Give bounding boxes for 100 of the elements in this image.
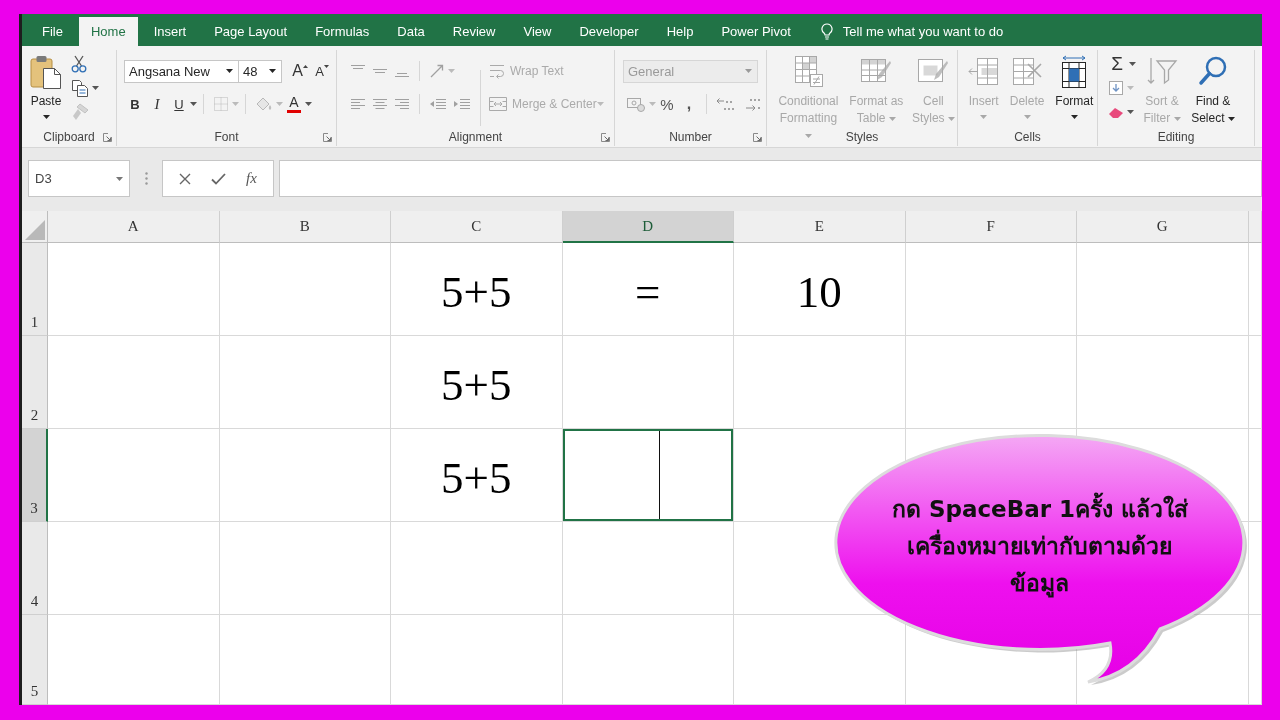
caret-icon[interactable] (1127, 110, 1134, 114)
caret-icon[interactable] (1129, 62, 1136, 66)
grip-dots-icon[interactable] (145, 172, 148, 185)
spreadsheet-cell[interactable] (391, 522, 563, 615)
comma-style-button[interactable]: , (678, 93, 700, 115)
format-cells-button[interactable]: Format (1051, 52, 1097, 124)
caret-icon[interactable] (92, 86, 99, 90)
row-header[interactable]: 5 (22, 615, 48, 705)
dialog-launcher-icon[interactable] (753, 132, 762, 142)
outdent-icon[interactable] (429, 97, 447, 111)
arrow-dots-icon[interactable] (716, 96, 736, 112)
borders-icon[interactable] (213, 96, 229, 112)
column-header[interactable]: G (1077, 211, 1249, 243)
column-header[interactable]: A (48, 211, 220, 243)
spreadsheet-cell[interactable]: 10 (734, 243, 906, 336)
align-center-icon[interactable] (372, 98, 388, 110)
spreadsheet-cell[interactable]: 5+5 (391, 429, 563, 522)
checkmark-icon[interactable] (211, 172, 227, 185)
scissors-icon[interactable] (71, 55, 87, 73)
ribbon-tab[interactable]: Formulas (303, 17, 382, 46)
ribbon-tab[interactable]: Power Pivot (709, 17, 803, 46)
spreadsheet-cell[interactable] (48, 615, 220, 705)
spreadsheet-cell[interactable] (905, 336, 1077, 429)
tell-me-field[interactable]: Tell me what you want to do (838, 20, 1033, 43)
spreadsheet-cell[interactable] (1248, 336, 1262, 429)
spreadsheet-cell[interactable] (219, 243, 391, 336)
indent-icon[interactable] (453, 97, 471, 111)
select-all-button[interactable] (22, 211, 48, 243)
spreadsheet-cell[interactable] (219, 615, 391, 705)
spreadsheet-cell[interactable]: 5+5 (391, 336, 563, 429)
spreadsheet-cell[interactable] (48, 429, 220, 522)
spreadsheet-cell[interactable] (905, 243, 1077, 336)
spreadsheet-cell[interactable] (219, 336, 391, 429)
diagonal-arrow-icon[interactable] (429, 63, 445, 79)
spreadsheet-cell[interactable] (219, 522, 391, 615)
spreadsheet-cell[interactable] (1248, 615, 1262, 705)
spreadsheet-cell[interactable] (562, 522, 734, 615)
italic-button[interactable]: I (146, 93, 168, 115)
font-color-button[interactable]: A (283, 93, 305, 115)
decrease-font-size-button[interactable]: A (311, 60, 333, 82)
spreadsheet-cell[interactable] (1248, 243, 1262, 336)
ribbon-tab[interactable]: File (30, 17, 75, 46)
formula-input[interactable] (279, 160, 1262, 197)
copy-icon[interactable] (71, 79, 89, 97)
column-header[interactable]: D (562, 211, 734, 243)
row-header[interactable]: 3 (22, 429, 48, 522)
ribbon-tab[interactable]: Developer (567, 17, 651, 46)
column-header[interactable]: E (734, 211, 906, 243)
spreadsheet-cell[interactable] (48, 522, 220, 615)
autosum-button[interactable]: Σ (1108, 53, 1126, 75)
ribbon-tab[interactable]: Page Layout (202, 17, 300, 46)
row-header[interactable]: 4 (22, 522, 48, 615)
name-box[interactable]: D3 (28, 160, 130, 197)
x-mark-icon[interactable] (179, 172, 191, 185)
eraser-icon[interactable] (1108, 105, 1124, 119)
column-header[interactable]: C (391, 211, 563, 243)
spreadsheet-cell[interactable] (562, 429, 734, 522)
spreadsheet-cell[interactable] (562, 615, 734, 705)
money-icon[interactable] (626, 96, 646, 112)
row-header[interactable]: 1 (22, 243, 48, 336)
bold-button[interactable]: B (124, 93, 146, 115)
spreadsheet-cell[interactable] (734, 336, 906, 429)
spreadsheet-cell[interactable] (1077, 243, 1249, 336)
caret-icon[interactable] (305, 102, 312, 106)
spreadsheet-cell[interactable]: 5+5 (391, 243, 563, 336)
percent-button[interactable]: % (656, 93, 678, 115)
align-left-icon[interactable] (350, 98, 366, 110)
ribbon-tab[interactable]: Home (78, 17, 138, 46)
insert-function-button[interactable]: fx (246, 170, 257, 187)
spreadsheet-cell[interactable] (1077, 336, 1249, 429)
dialog-launcher-icon[interactable] (103, 132, 112, 142)
ribbon-tab[interactable]: Insert (141, 17, 199, 46)
increase-font-size-button[interactable]: A (289, 60, 311, 82)
column-header[interactable]: B (219, 211, 391, 243)
align-right-icon[interactable] (394, 98, 410, 110)
paintbrush-icon[interactable] (71, 103, 89, 121)
row-header[interactable]: 2 (22, 336, 48, 429)
dialog-launcher-icon[interactable] (601, 132, 610, 142)
column-header[interactable]: F (905, 211, 1077, 243)
spreadsheet-cell[interactable] (48, 243, 220, 336)
dialog-launcher-icon[interactable] (323, 132, 332, 142)
font-size-field[interactable]: 48 (238, 59, 282, 83)
find-select-button[interactable]: Find & Select (1188, 52, 1238, 127)
spreadsheet-cell[interactable] (219, 429, 391, 522)
ribbon-tab[interactable]: Review (440, 17, 508, 46)
spreadsheet-cell[interactable] (1248, 429, 1262, 522)
ribbon-tab[interactable]: Help (654, 17, 706, 46)
font-name-field[interactable]: Angsana New (124, 59, 239, 83)
paint-bucket-icon[interactable] (255, 96, 273, 112)
spreadsheet-cell[interactable] (562, 336, 734, 429)
caret-icon[interactable] (190, 102, 197, 106)
spreadsheet-cell[interactable] (1247, 522, 1262, 615)
paste-button[interactable]: Paste (29, 52, 63, 124)
spreadsheet-cell[interactable] (391, 615, 563, 705)
spreadsheet-cell[interactable] (48, 336, 220, 429)
fill-down-icon[interactable] (1108, 80, 1124, 96)
ribbon-tab[interactable]: View (511, 17, 564, 46)
ribbon-tab[interactable]: Data (385, 17, 437, 46)
spreadsheet-cell[interactable]: = (562, 243, 734, 336)
underline-button[interactable]: U (168, 93, 190, 115)
